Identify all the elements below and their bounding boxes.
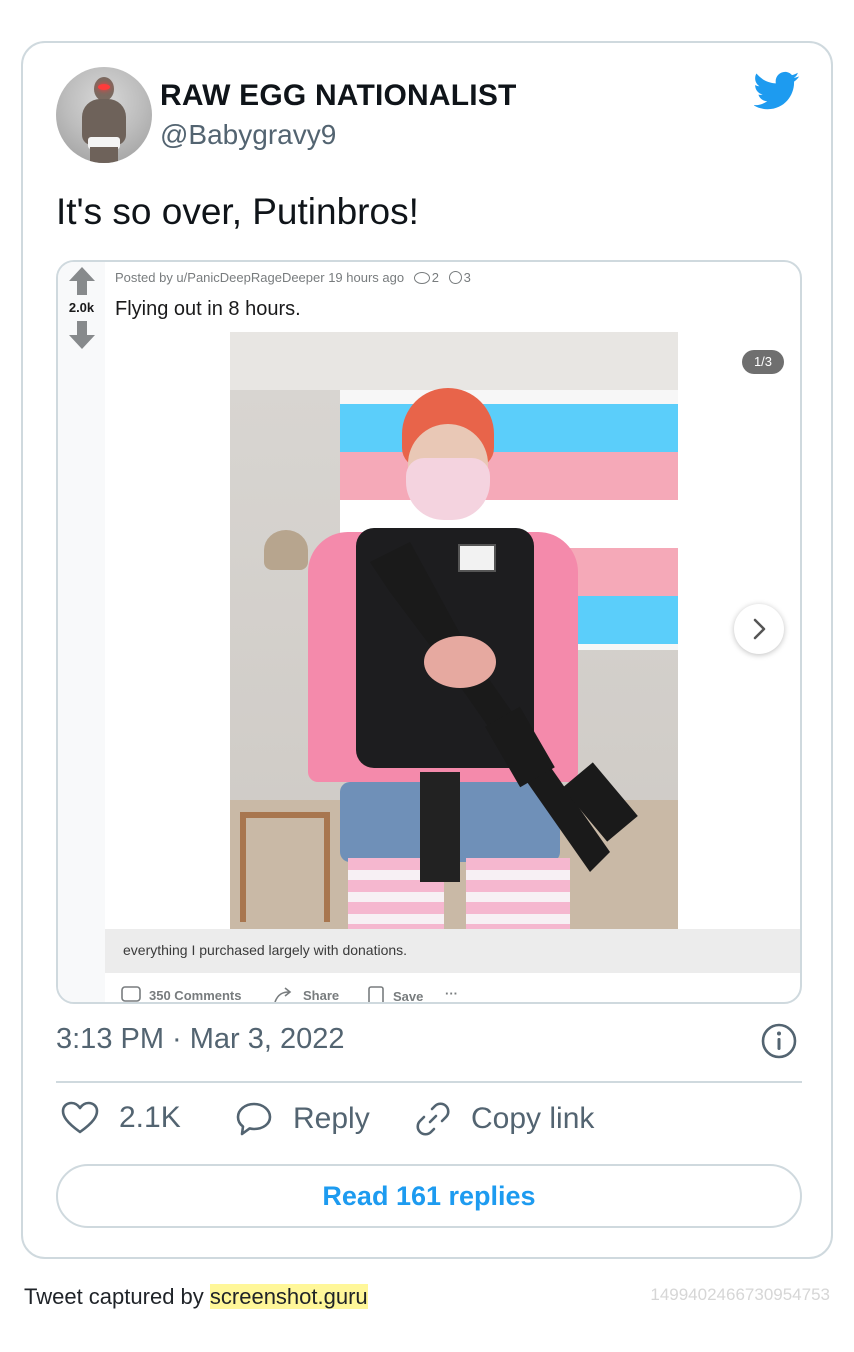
share-action[interactable]: Share	[273, 986, 340, 1003]
post-photo	[230, 332, 678, 929]
post-author-time: Posted by u/PanicDeepRageDeeper 19 hours…	[115, 270, 405, 285]
read-replies-button[interactable]: Read 161 replies	[56, 1164, 802, 1228]
post-meta: Posted by u/PanicDeepRageDeeper 19 hours…	[115, 270, 471, 285]
chevron-right-icon	[753, 618, 766, 640]
comments-label: 350 Comments	[149, 987, 242, 1003]
photo-rifle	[370, 542, 638, 882]
downvote-arrow-icon	[69, 321, 95, 349]
award-count: 2	[431, 270, 439, 285]
vote-column: 2.0k	[58, 262, 105, 1002]
capture-site-link[interactable]: screenshot.guru	[209, 1284, 368, 1309]
link-icon	[416, 1102, 450, 1136]
capture-prefix: Tweet captured by	[24, 1284, 210, 1309]
flag-stripe	[340, 452, 678, 500]
info-icon[interactable]	[760, 1022, 798, 1060]
heart-icon	[61, 1101, 99, 1134]
twitter-bird-icon[interactable]	[754, 71, 800, 111]
image-caption: everything I purchased largely with dona…	[105, 929, 800, 973]
silver-award-icon	[448, 271, 462, 284]
tweet-id: 1499402466730954753	[650, 1285, 830, 1304]
gallery-index-badge: 1/3	[742, 350, 784, 374]
comments-action[interactable]: 350 Comments	[121, 986, 242, 1003]
silver-award-count: 3	[463, 270, 471, 285]
avatar-legs	[90, 147, 118, 163]
gallery-next-button[interactable]	[734, 604, 784, 654]
reply-button[interactable]: Reply	[235, 1101, 370, 1137]
copy-link-label: Copy link	[471, 1102, 595, 1135]
copy-link-button[interactable]: Copy link	[415, 1101, 594, 1137]
more-options-button[interactable]: ···	[445, 986, 458, 1001]
photo-table	[240, 812, 330, 922]
save-label: Save	[393, 988, 424, 1004]
photo-lamp	[264, 530, 308, 570]
divider	[56, 1081, 802, 1083]
save-action[interactable]: Save	[367, 986, 424, 1004]
share-icon	[274, 987, 292, 1002]
reply-label: Reply	[293, 1102, 370, 1135]
avatar-laser-eyes	[98, 84, 110, 90]
display-name[interactable]: RAW EGG NATIONALIST	[160, 79, 517, 113]
photo-ceiling	[230, 332, 678, 390]
upvote-arrow-icon	[69, 267, 95, 295]
share-label: Share	[303, 987, 340, 1003]
tweet-card: RAW EGG NATIONALIST @Babygravy9 It's so …	[21, 41, 833, 1259]
tweet-timestamp[interactable]: 3:13 PM · Mar 3, 2022	[56, 1023, 345, 1056]
flag-stripe	[340, 404, 678, 452]
award-icon	[413, 272, 430, 284]
user-handle[interactable]: @Babygravy9	[160, 119, 336, 151]
like-button[interactable]: 2.1K	[61, 1101, 181, 1135]
avatar[interactable]	[56, 67, 152, 163]
vote-count: 2.0k	[68, 300, 95, 315]
caption-text: everything I purchased largely with dona…	[123, 942, 408, 958]
reply-bubble-icon	[236, 1102, 272, 1136]
comment-icon	[121, 986, 141, 1002]
post-actions: 350 Comments Share Save ···	[105, 982, 800, 1004]
post-title: Flying out in 8 hours.	[115, 298, 301, 320]
save-icon	[368, 986, 384, 1002]
embedded-reddit-screenshot[interactable]: 2.0k Posted by u/PanicDeepRageDeeper 19 …	[56, 260, 802, 1004]
like-count: 2.1K	[119, 1101, 181, 1134]
more-label: ···	[445, 986, 458, 1001]
tweet-text: It's so over, Putinbros!	[56, 191, 419, 232]
capture-footer: Tweet captured by screenshot.guru	[24, 1284, 368, 1310]
